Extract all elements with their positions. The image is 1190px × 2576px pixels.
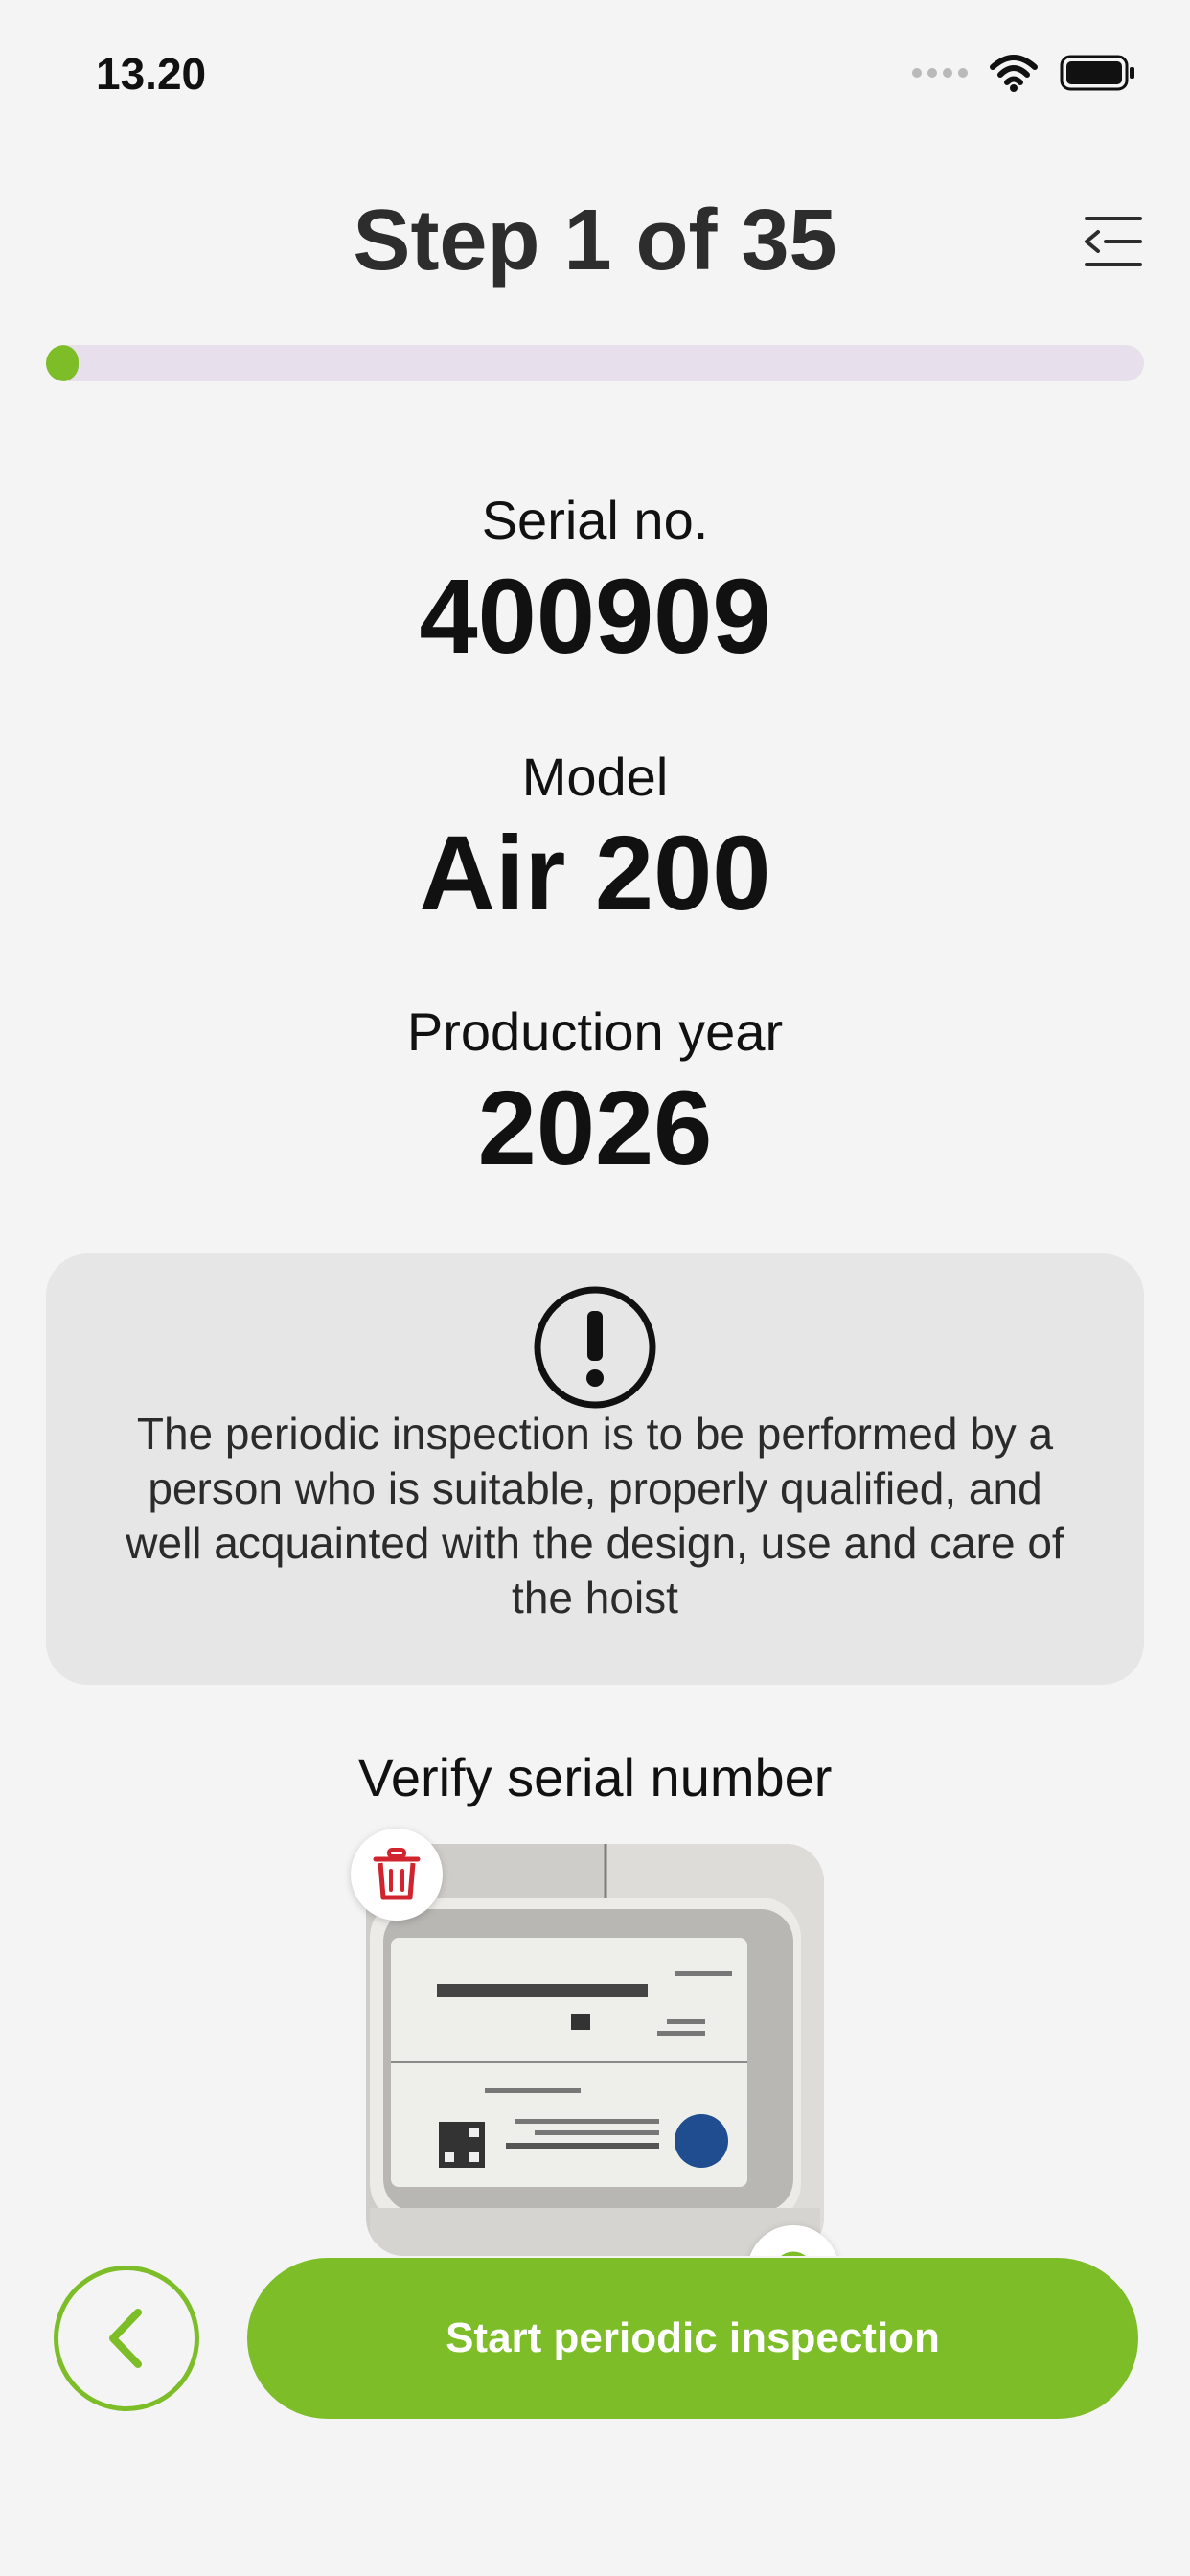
verify-heading: Verify serial number	[357, 1747, 833, 1807]
wifi-icon	[990, 55, 1038, 92]
notice-text: The periodic inspection is to be perform…	[126, 1409, 1064, 1622]
notice-card: The periodic inspection is to be perform…	[46, 1254, 1144, 1685]
serial-value: 400909	[419, 558, 771, 676]
progress-fill	[46, 345, 80, 381]
model-label: Model	[521, 747, 669, 807]
status-icons	[912, 54, 1136, 92]
delete-photo-button[interactable]	[351, 1828, 443, 1920]
cellular-signal-icon	[912, 68, 968, 78]
battery-icon	[1060, 55, 1134, 91]
exclamation-circle-icon	[534, 1286, 656, 1409]
status-time: 13.20	[96, 49, 207, 99]
serial-photo[interactable]	[366, 1844, 824, 2256]
start-inspection-button[interactable]: Start periodic inspection	[247, 2258, 1138, 2419]
production-year-label: Production year	[406, 1001, 784, 1062]
back-button[interactable]	[54, 2266, 199, 2411]
start-inspection-label: Start periodic inspection	[446, 2314, 940, 2361]
trash-icon	[373, 1848, 421, 1900]
serial-label: Serial no.	[481, 490, 709, 550]
chevron-left-icon	[109, 2309, 142, 2368]
production-year-value: 2026	[477, 1070, 713, 1187]
menu-collapse-icon[interactable]	[1079, 213, 1144, 270]
progress-bar	[46, 345, 1144, 381]
model-value: Air 200	[419, 815, 771, 932]
step-title: Step 1 of 35	[353, 193, 837, 288]
